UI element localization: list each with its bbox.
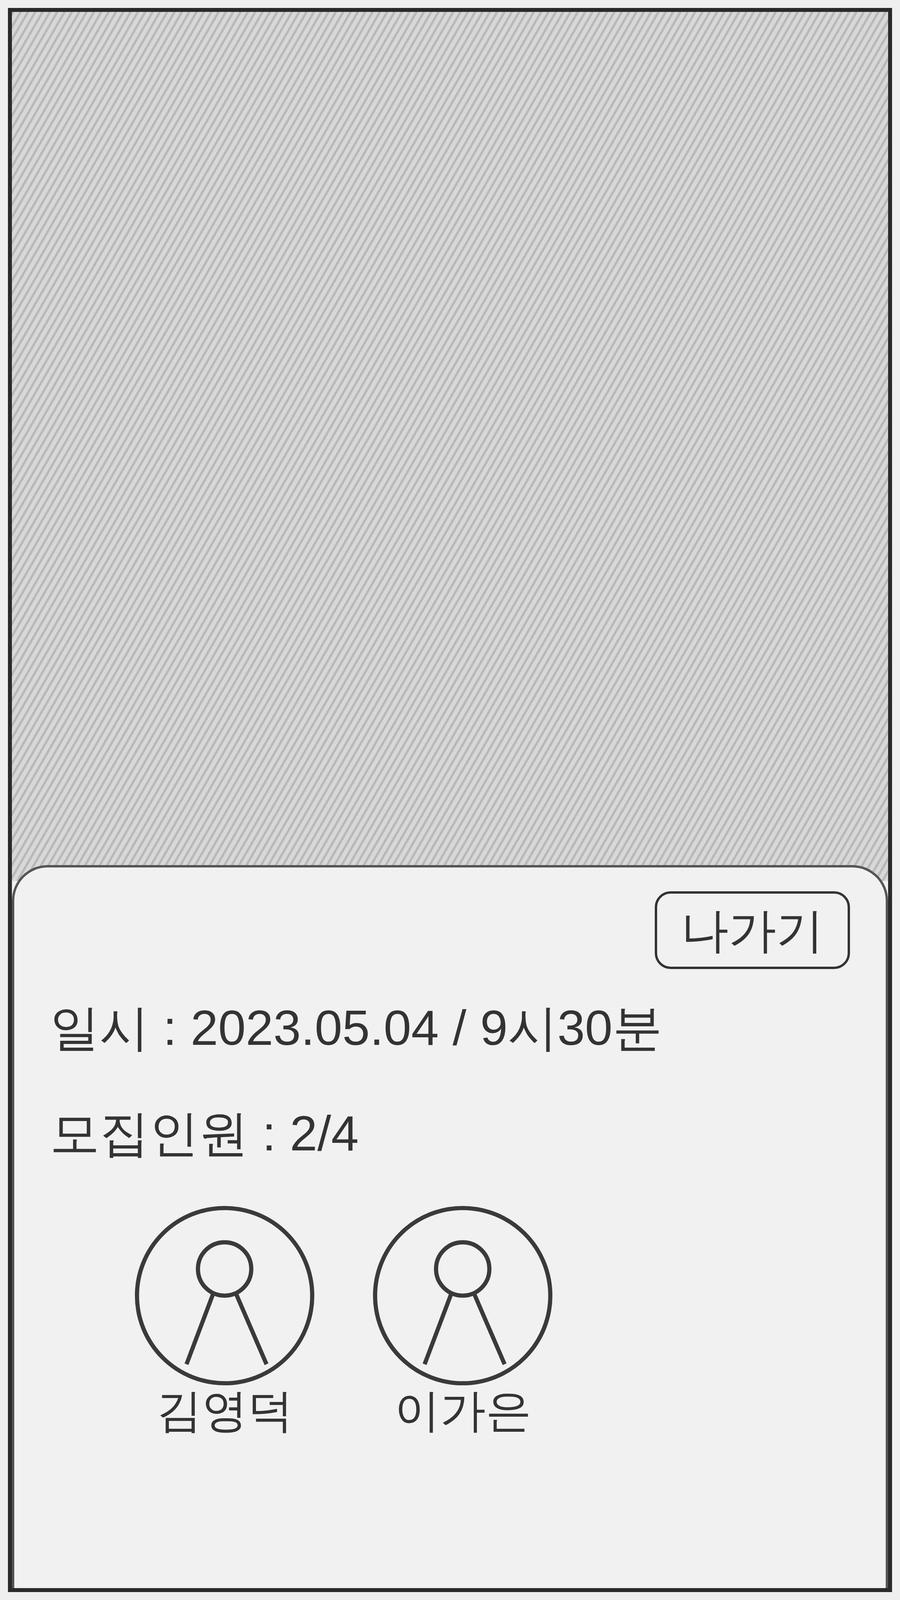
detail-list: 일시 : 2023.05.04 / 9시30분모집인원 : 2/4 [50,996,850,1165]
participant-name: 이가은 [394,1382,532,1438]
detail-line: 모집인원 : 2/4 [50,1102,850,1165]
detail-line: 일시 : 2023.05.04 / 9시30분 [50,996,850,1059]
participant-list: 김영덕 이가은 [50,1200,850,1438]
map-area[interactable] [11,11,889,881]
participant[interactable]: 김영덕 [129,1200,320,1438]
person-icon [367,1200,558,1391]
participant[interactable]: 이가은 [367,1200,558,1438]
exit-button[interactable]: 나가기 [654,891,850,970]
phone-frame: 나가기일시 : 2023.05.04 / 9시30분모집인원 : 2/4 김영덕 이… [7,7,893,1593]
detail-panel: 나가기일시 : 2023.05.04 / 9시30분모집인원 : 2/4 김영덕 이… [11,865,889,1589]
app-screen: 나가기일시 : 2023.05.04 / 9시30분모집인원 : 2/4 김영덕 이… [0,0,900,1600]
participant-name: 김영덕 [156,1382,294,1438]
person-icon [129,1200,320,1391]
